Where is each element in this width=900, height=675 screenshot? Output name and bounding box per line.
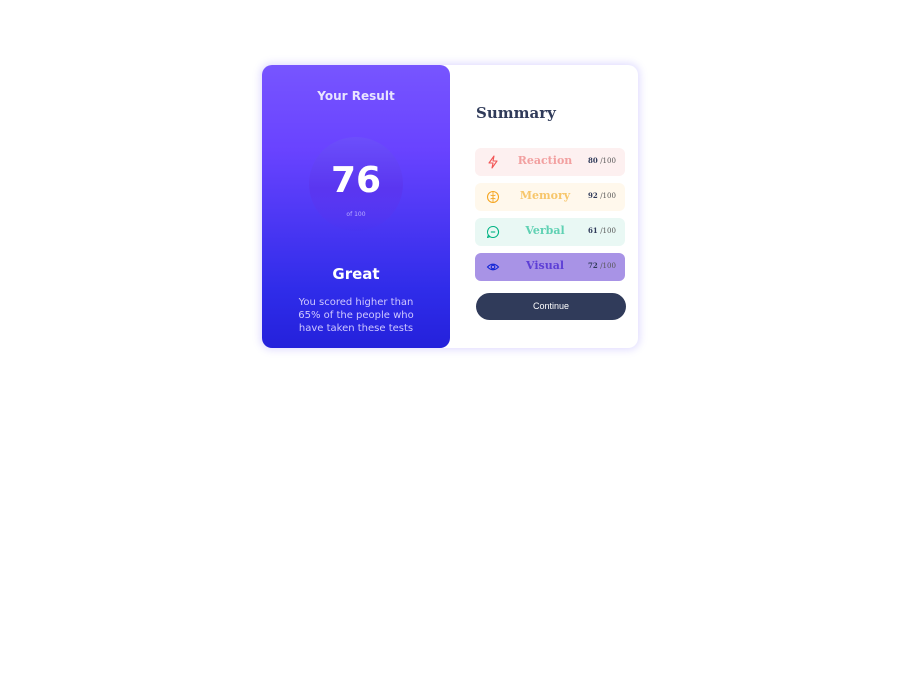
result-title: Your Result [317,89,395,103]
continue-button[interactable]: Continue [476,293,626,320]
summary-score-memory: 92 /100 [588,191,616,200]
summary-title: Summary [476,104,556,122]
result-panel: Your Result 76 of 100 Great You scored h… [262,65,450,348]
score-circle: 76 of 100 [309,137,403,231]
result-description: You scored higher than 65% of the people… [298,297,414,334]
eye-icon [486,263,500,271]
summary-row-reaction: Reaction 80 /100 [475,148,625,176]
summary-row-memory: Memory 92 /100 [475,183,625,211]
score-max-label: of 100 [346,211,366,218]
summary-score-verbal: 61 /100 [588,226,616,235]
summary-label-visual: Visual [525,259,565,272]
summary-score-visual: 72 /100 [588,261,616,270]
summary-label-memory: Memory [519,189,571,202]
summary-label-verbal: Verbal [525,224,565,237]
score-value: 76 [330,160,382,201]
rating-label: Great [332,265,380,283]
summary-score-reaction: 80 /100 [588,156,616,165]
summary-label-reaction: Reaction [517,154,573,167]
summary-row-verbal: Verbal 61 /100 [475,218,625,246]
summary-row-visual: Visual 72 /100 [475,253,625,281]
chat-bubble-icon [486,225,499,239]
lightning-icon [488,155,498,169]
brain-icon [486,190,500,204]
